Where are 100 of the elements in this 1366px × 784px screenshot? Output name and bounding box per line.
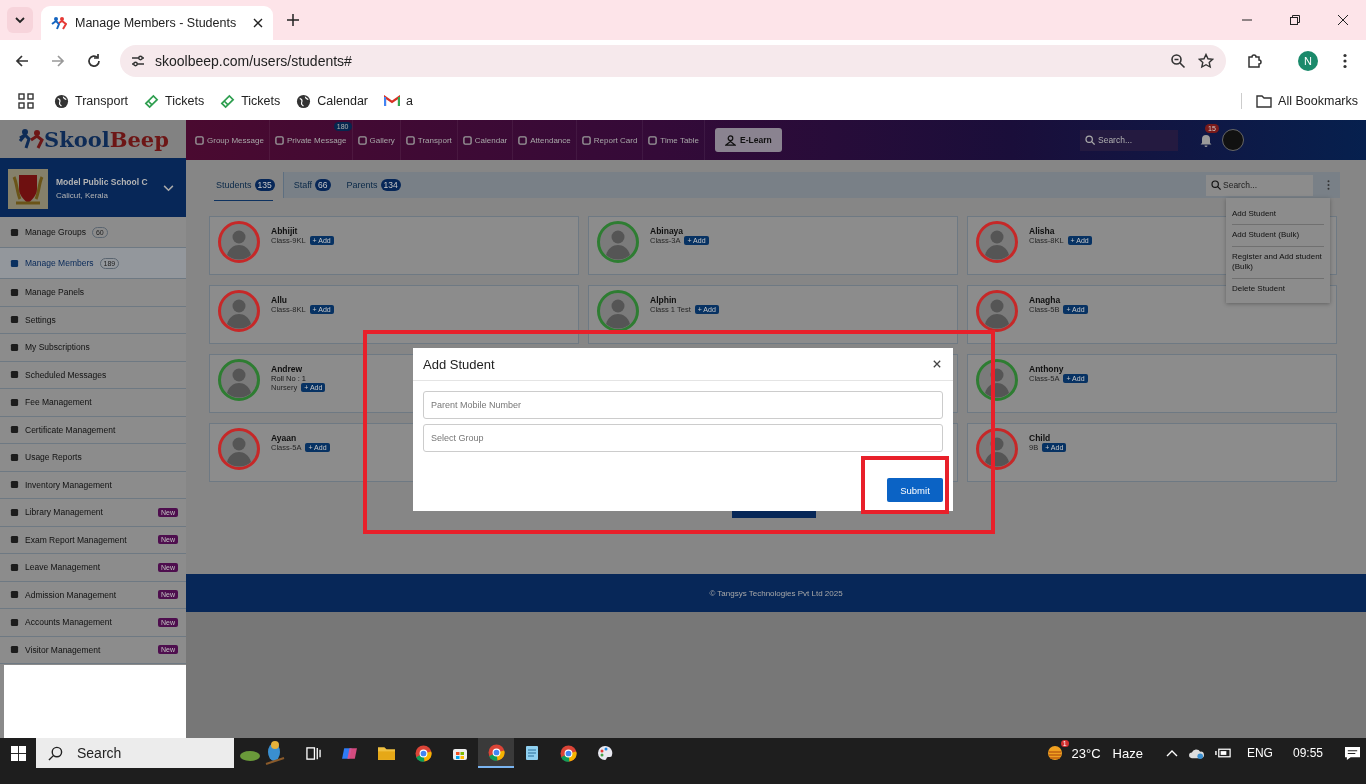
notification-icon[interactable] xyxy=(1344,745,1361,761)
student-name: Ayaan xyxy=(271,433,298,443)
taskbar-search[interactable]: Search xyxy=(36,738,234,768)
back-icon[interactable] xyxy=(14,53,30,69)
apps-grid-icon[interactable] xyxy=(18,93,34,109)
tab-search-button[interactable] xyxy=(7,7,33,33)
mail-icon xyxy=(384,95,400,107)
ticket-icon xyxy=(220,93,236,109)
square-icon xyxy=(10,425,19,435)
star-icon[interactable] xyxy=(1198,53,1214,69)
clock-text[interactable]: 09:55 xyxy=(1292,746,1323,760)
search-field[interactable]: Search... xyxy=(1080,129,1178,151)
battery-icon[interactable] xyxy=(1214,747,1232,759)
square-icon xyxy=(10,535,19,545)
close-icon[interactable] xyxy=(1338,15,1348,25)
square-icon xyxy=(10,315,19,325)
chevron-up-icon[interactable] xyxy=(1165,749,1178,757)
menu-item[interactable]: Register and Add student (Bulk) xyxy=(1232,246,1324,279)
menu-item[interactable]: Add Student xyxy=(1232,204,1324,226)
folder-icon xyxy=(1256,94,1273,108)
copyright-text: © Tangsys Technologies Pvt Ltd 2025 xyxy=(709,588,843,598)
task-view-icon[interactable] xyxy=(306,745,321,761)
tab[interactable]: Parents 134 xyxy=(338,172,409,198)
menu-item[interactable]: Add Student (Bulk) xyxy=(1232,225,1324,247)
count-badge: 66 xyxy=(315,179,331,191)
bookmark-link[interactable]: Tickets xyxy=(144,93,205,109)
square-icon xyxy=(581,135,591,145)
square-icon xyxy=(10,645,19,655)
zoom-icon[interactable] xyxy=(1170,53,1186,69)
square-icon xyxy=(10,617,19,627)
temperature-text: 23°C xyxy=(1071,745,1101,761)
chrome-icon xyxy=(487,743,505,761)
square-icon xyxy=(10,480,19,490)
palette-icon[interactable] xyxy=(597,745,613,761)
square-icon xyxy=(10,452,19,462)
windows-logo-icon[interactable] xyxy=(11,745,26,761)
reload-icon[interactable] xyxy=(86,53,102,69)
profile-avatar[interactable]: N xyxy=(1298,51,1318,71)
globe-icon xyxy=(54,93,69,109)
weather-condition-text: Haze xyxy=(1112,745,1143,761)
jumping-figures-icon xyxy=(18,128,44,150)
square-icon xyxy=(648,135,658,145)
bell-icon[interactable] xyxy=(1199,133,1213,147)
cloud-icon[interactable] xyxy=(1187,746,1205,760)
student-name: Child xyxy=(1029,433,1052,443)
square-icon xyxy=(10,287,19,297)
school-name: Model Public School C xyxy=(56,177,149,187)
close-icon[interactable] xyxy=(253,18,263,28)
shield-icon xyxy=(8,168,48,209)
input-field[interactable]: Select Group xyxy=(423,424,943,452)
site-settings-icon[interactable] xyxy=(130,53,146,69)
square-icon xyxy=(10,397,19,407)
bookmark-link[interactable]: Transport xyxy=(54,93,129,109)
bookmark-link[interactable]: a xyxy=(384,94,413,108)
submit-button[interactable]: Submit xyxy=(887,478,943,502)
count-badge: 134 xyxy=(380,179,401,191)
school-location: Calicut, Kerala xyxy=(56,191,110,200)
logo-text: SkoolBeep xyxy=(44,126,169,152)
puzzle-icon[interactable] xyxy=(1246,53,1262,69)
student-name: Andrew xyxy=(271,364,304,374)
browser-tab[interactable]: Manage Members - Students xyxy=(41,6,273,40)
square-icon xyxy=(10,370,19,380)
menu-icon[interactable] xyxy=(1343,53,1347,69)
address-bar[interactable]: skoolbeep.com/users/students# xyxy=(120,45,1226,77)
count-badge: 135 xyxy=(254,179,275,191)
square-icon xyxy=(357,135,367,145)
more-options-icon[interactable] xyxy=(1327,179,1330,191)
language-indicator[interactable]: ENG xyxy=(1246,746,1273,760)
school-header[interactable]: Model Public School C Calicut, Kerala xyxy=(0,160,186,217)
notepad-icon[interactable] xyxy=(524,745,540,761)
square-icon xyxy=(10,258,19,268)
search-field[interactable]: Search... xyxy=(1206,174,1313,196)
close-icon[interactable] xyxy=(933,360,941,368)
chrome-icon[interactable] xyxy=(415,744,432,762)
globe-icon xyxy=(296,93,312,109)
chrome-icon[interactable] xyxy=(560,744,577,762)
new-tab-icon[interactable] xyxy=(287,14,299,26)
student-name: Anagha xyxy=(1029,295,1062,305)
bookmark-link[interactable]: Tickets xyxy=(220,93,281,109)
forward-icon[interactable] xyxy=(50,53,66,69)
e-learn-button[interactable]: E-Learn xyxy=(715,128,782,152)
all-bookmarks-link[interactable]: All Bookmarks xyxy=(1256,94,1358,108)
url-text: skoolbeep.com/users/students# xyxy=(155,53,352,69)
tab[interactable]: Staff 66 xyxy=(285,172,339,198)
input-field[interactable]: Parent Mobile Number xyxy=(423,391,943,419)
bookmark-link[interactable]: Calendar xyxy=(296,93,368,109)
active-app-button[interactable] xyxy=(478,738,514,768)
restore-icon[interactable] xyxy=(1290,15,1300,25)
square-icon xyxy=(462,135,472,145)
square-icon xyxy=(195,135,204,145)
avatar[interactable] xyxy=(1222,129,1244,151)
square-icon xyxy=(10,227,19,237)
search-icon xyxy=(48,745,63,761)
student-name: Allu xyxy=(271,295,289,305)
folder-icon[interactable] xyxy=(378,745,395,761)
student-name: Alphin xyxy=(650,295,678,305)
square-icon xyxy=(10,342,19,352)
tab[interactable]: Students 135 xyxy=(208,172,284,198)
chevron-down-icon xyxy=(163,185,174,192)
student-name: Anthony xyxy=(1029,364,1065,374)
